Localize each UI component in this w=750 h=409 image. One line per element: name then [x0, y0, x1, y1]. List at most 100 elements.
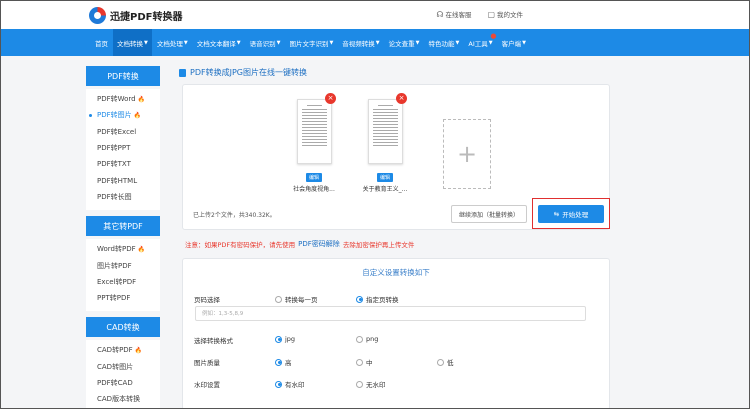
radio-quality-medium[interactable]: 中 — [356, 357, 373, 367]
sidebar-item[interactable]: CAD转图片 — [86, 359, 160, 375]
document-icon — [179, 68, 186, 77]
quality-label: 图片质量 — [194, 359, 220, 367]
sidebar-list: CAD转PDF 🔥 CAD转图片 PDF转CAD CAD版本转换 — [86, 340, 160, 408]
nav-item[interactable]: 特色功能 ▼ — [429, 29, 460, 56]
my-files-link[interactable]: ▢ 我的文件 — [487, 9, 523, 20]
page-select-label: 页码选择 — [194, 296, 220, 304]
nav-item[interactable]: 客户端 ▼ — [502, 29, 526, 56]
sidebar-group-title: 其它转PDF — [86, 216, 160, 237]
sidebar: PDF转换 PDF转Word 🔥 PDF转图片 🔥 PDF转Excel PDF转PPT PDF… — [86, 66, 160, 408]
nav-item[interactable]: 语音识别 ▼ — [250, 29, 281, 56]
nav-item[interactable]: 论文查重 ▼ — [389, 29, 420, 56]
settings-panel: 自定义设置转换如下 页码选择 转换每一页 指定页转换 选择转换格式 jpg pn… — [182, 258, 610, 408]
sidebar-item[interactable]: CAD转PDF 🔥 — [86, 342, 160, 358]
customer-service-link[interactable]: ☊ 在线客服 — [436, 9, 471, 20]
radio-each-page[interactable]: 转换每一页 — [275, 294, 318, 304]
radio-dot — [275, 380, 282, 388]
main-nav: 首页 文档转换 ▼ 文档处理 ▼ 文档文本翻译 ▼ 语音识别 ▼ 图片文字识别 ▼ 音视频转换 ▼ 论文查… — [1, 29, 749, 56]
radio-quality-high[interactable]: 高 — [275, 357, 292, 367]
continue-add-button[interactable]: 继续添加（批量转换） — [451, 205, 527, 223]
fire-icon: 🔥 — [134, 346, 143, 354]
radio-watermark-on[interactable]: 有水印 — [275, 379, 305, 389]
sidebar-item[interactable]: PDF转Excel — [86, 124, 160, 140]
file-thumbnail — [296, 99, 332, 164]
sidebar-group-title: PDF转换 — [86, 66, 160, 86]
radio-quality-low[interactable]: 低 — [437, 357, 454, 367]
upload-panel: × 编辑 社会角度视角... × 编辑 关于教育王义_... + 已上传2个文件… — [182, 84, 610, 230]
logo[interactable]: 迅捷PDF转换器 — [89, 6, 183, 24]
radio-dot — [356, 358, 363, 366]
settings-title: 自定义设置转换如下 — [362, 268, 430, 277]
chevron-down-icon: ▼ — [236, 39, 241, 46]
sidebar-item[interactable]: PDF转长图 — [86, 189, 160, 205]
file-card[interactable]: × 编辑 社会角度视角... — [290, 93, 338, 193]
sidebar-item[interactable]: PDF转图片 🔥 — [86, 107, 160, 123]
sidebar-item[interactable]: Excel转PDF — [86, 274, 160, 290]
watermark-label: 水印设置 — [194, 381, 220, 389]
sidebar-item[interactable]: CAD版本转换 — [86, 391, 160, 407]
logo-text: 迅捷PDF转换器 — [110, 11, 183, 23]
sidebar-item[interactable]: 图片转PDF — [86, 257, 160, 273]
nav-item[interactable]: 首页 — [95, 29, 108, 56]
radio-dot — [275, 335, 282, 343]
chevron-down-icon: ▼ — [329, 39, 334, 46]
radio-watermark-off[interactable]: 无水印 — [356, 379, 386, 389]
radio-dot — [437, 358, 444, 366]
nav-item[interactable]: 文档转换 ▼ — [113, 29, 152, 56]
chevron-down-icon: ▼ — [455, 39, 460, 46]
sidebar-item[interactable]: PDF转TXT — [86, 156, 160, 172]
sidebar-item[interactable]: PDF转HTML — [86, 172, 160, 188]
start-button[interactable]: ⇆ 开始处理 — [538, 205, 604, 223]
sidebar-item[interactable]: PDF转Word 🔥 — [86, 91, 160, 107]
chevron-down-icon: ▼ — [183, 39, 188, 46]
sidebar-group-title: CAD转换 — [86, 317, 160, 338]
logo-icon — [89, 6, 106, 24]
start-highlight: ⇆ 开始处理 — [532, 198, 610, 229]
fire-icon: 🔥 — [137, 95, 146, 103]
radio-dot — [356, 335, 363, 343]
plus-icon: + — [456, 140, 478, 168]
header-links: ☊ 在线客服 ▢ 我的文件 — [436, 9, 523, 20]
remove-file-icon[interactable]: × — [325, 93, 336, 104]
remove-file-icon[interactable]: × — [396, 93, 407, 104]
hot-badge-icon: ● — [490, 32, 497, 40]
chevron-down-icon: ▼ — [522, 39, 526, 46]
file-name: 关于教育王义_... — [362, 186, 408, 193]
nav-item[interactable]: 文档文本翻译 ▼ — [197, 29, 241, 56]
file-name: 社会角度视角... — [293, 186, 335, 193]
radio-png[interactable]: png — [356, 335, 378, 343]
chevron-down-icon: ▼ — [488, 39, 493, 46]
upload-summary: 已上传2个文件，共340.32K。 — [193, 212, 276, 219]
page-title: PDF转换成JPG图片在线一键转换 — [179, 67, 307, 78]
nav-item[interactable]: AI工具 ▼ ● — [468, 29, 496, 56]
sidebar-item[interactable]: PDF转CAD — [86, 375, 160, 391]
file-icon: ▢ — [487, 9, 495, 19]
app-window: 迅捷PDF转换器 ☊ 在线客服 ▢ 我的文件 首页 文档转换 ▼ 文档处理 ▼ 文档文本翻译 ▼… — [0, 0, 750, 409]
sidebar-item[interactable]: PDF转PPT — [86, 140, 160, 156]
sidebar-item[interactable]: Word转PDF 🔥 — [86, 241, 160, 257]
sidebar-list: PDF转Word 🔥 PDF转图片 🔥 PDF转Excel PDF转PPT PDF转TXT P… — [86, 89, 160, 211]
top-bar: 迅捷PDF转换器 ☊ 在线客服 ▢ 我的文件 — [1, 1, 749, 29]
fire-icon: 🔥 — [137, 245, 146, 253]
pdf-password-remove-link[interactable]: PDF密码解除 — [298, 239, 340, 249]
nav-item[interactable]: 文档处理 ▼ — [157, 29, 188, 56]
fire-icon: 🔥 — [133, 111, 142, 119]
radio-dot — [275, 358, 282, 366]
file-tag: 编辑 — [305, 173, 322, 182]
nav-item[interactable]: 音视频转换 ▼ — [342, 29, 379, 56]
page-range-input[interactable] — [195, 306, 586, 321]
sidebar-item[interactable]: PPT转PDF — [86, 290, 160, 306]
add-file-button[interactable]: + — [443, 119, 491, 189]
file-card[interactable]: × 编辑 关于教育王义_... — [361, 93, 409, 193]
chevron-down-icon: ▼ — [144, 39, 148, 46]
radio-specific-page[interactable]: 指定页转换 — [356, 294, 399, 304]
format-label: 选择转换格式 — [194, 337, 233, 345]
sidebar-list: Word转PDF 🔥 图片转PDF Excel转PDF PPT转PDF — [86, 239, 160, 312]
nav-item[interactable]: 图片文字识别 ▼ — [289, 29, 333, 56]
file-tag: 编辑 — [376, 173, 393, 182]
chevron-down-icon: ▼ — [375, 39, 380, 46]
radio-dot — [356, 295, 363, 303]
swap-icon: ⇆ — [553, 210, 560, 218]
radio-jpg[interactable]: jpg — [275, 335, 295, 343]
chevron-down-icon: ▼ — [276, 39, 281, 46]
